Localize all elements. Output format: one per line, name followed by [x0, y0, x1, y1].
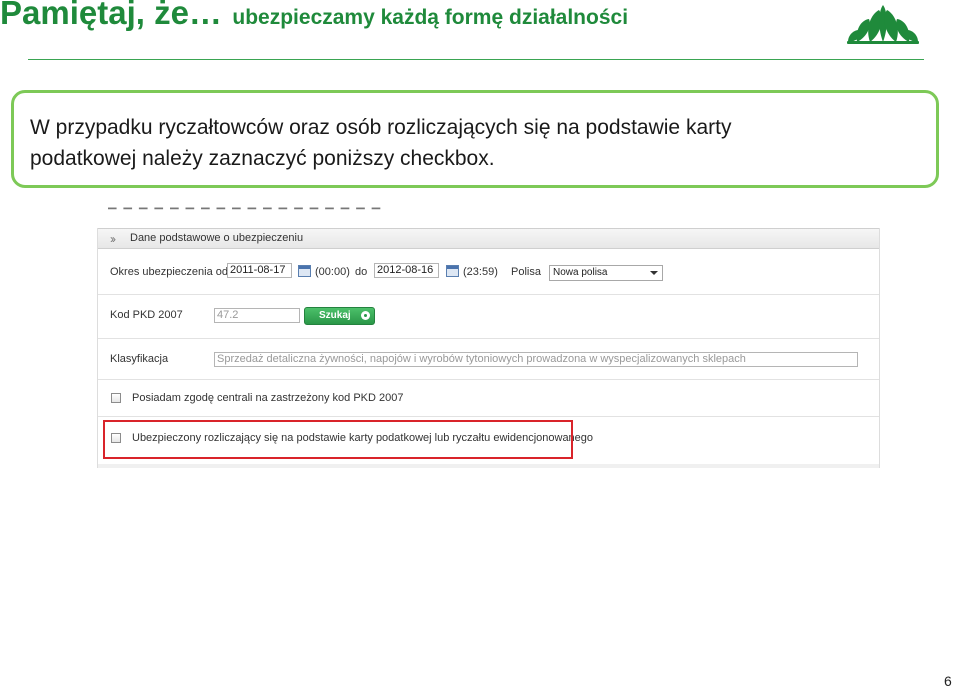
pkd-consent-checkbox[interactable]: [111, 393, 121, 403]
instruction-callout: W przypadku ryczałtowców oraz osób rozli…: [11, 90, 939, 188]
panel-header-label: Dane podstawowe o ubezpieczeniu: [130, 232, 304, 244]
pkd-input[interactable]: 47.2: [214, 308, 300, 323]
time-from: (00:00): [315, 266, 350, 278]
checkbox-highlight-frame: [103, 420, 573, 459]
slide-title: Pamiętaj, że… ubezpieczamy każdą formę d…: [0, 0, 628, 32]
date-to-input[interactable]: 2012-08-16: [374, 263, 439, 278]
search-button[interactable]: Szukaj: [304, 307, 375, 325]
page-number: 6: [944, 673, 952, 689]
brand-logo-icon: [847, 5, 919, 44]
calendar-icon[interactable]: [298, 265, 311, 277]
cropped-text-fragment: ▔ ▔ ▔ ▔ ▔ ▔ ▔ ▔ ▔ ▔ ▔ ▔ ▔ ▔ ▔ ▔ ▔ ▔: [108, 205, 458, 213]
to-label: do: [355, 266, 368, 278]
policy-select[interactable]: Nowa polisa: [549, 265, 663, 281]
slide-title-sub: ubezpieczamy każdą formę działalności: [232, 6, 629, 29]
double-chevron-icon: ››: [110, 232, 116, 246]
period-label: Okres ubezpieczenia od: [110, 266, 229, 278]
time-to: (23:59): [463, 266, 498, 278]
policy-label: Polisa: [511, 266, 541, 278]
pkd-label: Kod PKD 2007: [110, 309, 183, 321]
chevron-down-icon: [650, 271, 658, 275]
panel-bottom-edge: [98, 464, 879, 468]
slide-title-main: Pamiętaj, że…: [0, 0, 222, 31]
insurance-form-panel: ›› Dane podstawowe o ubezpieczeniu Okres…: [97, 228, 880, 468]
calendar-icon[interactable]: [446, 265, 459, 277]
row-divider: [98, 416, 879, 417]
policy-select-value: Nowa polisa: [553, 267, 608, 278]
panel-header[interactable]: ›› Dane podstawowe o ubezpieczeniu: [98, 228, 879, 249]
row-divider: [98, 338, 879, 339]
title-divider: [28, 59, 924, 60]
pkd-consent-label: Posiadam zgodę centrali na zastrzeżony k…: [132, 392, 404, 404]
classification-label: Klasyfikacja: [110, 353, 169, 365]
date-from-input[interactable]: 2011-08-17: [227, 263, 292, 278]
classification-field: Sprzedaż detaliczna żywności, napojów i …: [214, 352, 858, 367]
callout-line-1: W przypadku ryczałtowców oraz osób rozli…: [30, 116, 732, 139]
row-divider: [98, 294, 879, 295]
callout-line-2: podatkowej należy zaznaczyć poniższy che…: [30, 147, 495, 170]
search-button-label: Szukaj: [319, 310, 351, 321]
row-divider: [98, 379, 879, 380]
search-icon: [361, 311, 370, 320]
